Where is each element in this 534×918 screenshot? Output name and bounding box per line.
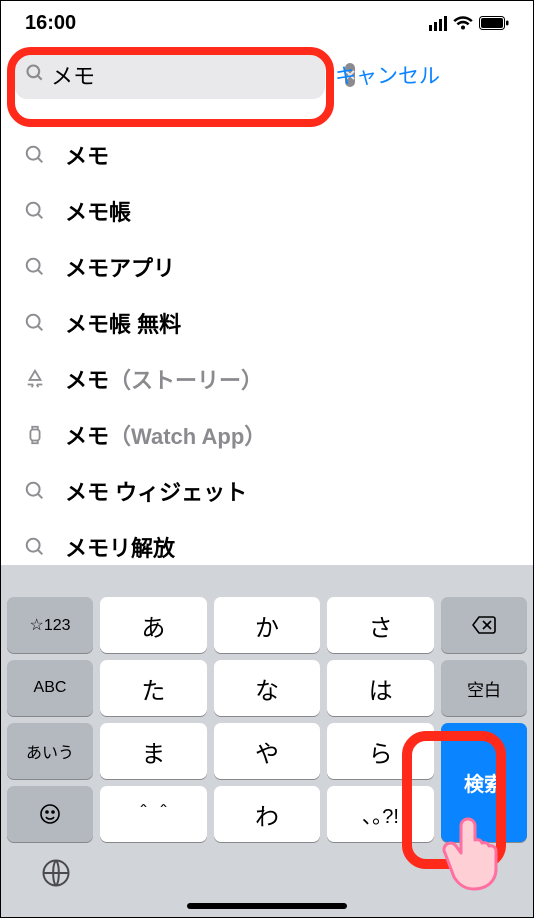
- device-frame: 16:00 キャンセル メモ: [0, 0, 534, 918]
- key-num[interactable]: ☆123: [7, 597, 93, 653]
- status-bar: 16:00: [1, 1, 533, 45]
- suggestion-text: メモ帳: [65, 195, 131, 227]
- suggestion-row[interactable]: メモ帳 無料: [1, 295, 533, 351]
- key-ta[interactable]: た: [100, 660, 207, 716]
- cancel-button[interactable]: キャンセル: [335, 60, 440, 90]
- app-store-icon: [23, 368, 47, 390]
- key-ha[interactable]: は: [327, 660, 434, 716]
- key-sym1[interactable]: ＾＾: [100, 786, 207, 842]
- suggestion-text: メモ ウィジェット: [65, 475, 247, 507]
- key-ra[interactable]: ら: [327, 723, 434, 779]
- search-icon: [23, 144, 47, 166]
- search-icon: [23, 200, 47, 222]
- suggestion-text: メモアプリ: [65, 251, 175, 283]
- suggestion-text: メモ: [65, 139, 109, 171]
- suggestion-text: メモ（Watch App）: [65, 419, 266, 451]
- key-ma[interactable]: ま: [100, 723, 207, 779]
- cellular-icon: [429, 16, 447, 31]
- search-icon: [25, 63, 45, 88]
- key-na[interactable]: な: [214, 660, 321, 716]
- search-bar: キャンセル: [1, 45, 533, 109]
- search-icon: [23, 312, 47, 334]
- suggestion-text: メモ帳 無料: [65, 307, 181, 339]
- key-abc[interactable]: ABC: [7, 660, 93, 716]
- suggestion-row[interactable]: メモ（ストーリー）: [1, 351, 533, 407]
- search-icon: [23, 536, 47, 558]
- key-ka[interactable]: か: [214, 597, 321, 653]
- search-icon: [23, 480, 47, 502]
- suggestion-row[interactable]: メモ: [1, 127, 533, 183]
- home-indicator: [187, 903, 347, 909]
- status-indicators: [429, 16, 509, 31]
- status-time: 16:00: [25, 12, 76, 35]
- wifi-icon: [453, 16, 473, 31]
- suggestion-list: メモ メモ帳 メモアプリ メモ帳 無料 メモ（ストーリー） メモ（Watch A…: [1, 109, 533, 575]
- suggestion-row[interactable]: メモアプリ: [1, 239, 533, 295]
- key-space[interactable]: 空白: [441, 660, 527, 716]
- suggestion-text: メモ（ストーリー）: [65, 363, 263, 395]
- suggestion-row[interactable]: メモ ウィジェット: [1, 463, 533, 519]
- candidate-bar: [1, 577, 533, 597]
- watch-icon: [23, 424, 47, 446]
- key-a[interactable]: あ: [100, 597, 207, 653]
- search-icon: [23, 256, 47, 278]
- key-emoji[interactable]: [7, 786, 93, 842]
- battery-icon: [479, 16, 509, 30]
- key-backspace[interactable]: [441, 597, 527, 653]
- suggestion-row[interactable]: メモ（Watch App）: [1, 407, 533, 463]
- key-kana[interactable]: あいう: [7, 723, 93, 779]
- search-input[interactable]: [51, 62, 339, 88]
- key-punct[interactable]: ､｡?!: [327, 786, 434, 842]
- key-wa[interactable]: わ: [214, 786, 321, 842]
- key-sa[interactable]: さ: [327, 597, 434, 653]
- key-ya[interactable]: や: [214, 723, 321, 779]
- pointer-hand-icon: [441, 801, 521, 896]
- suggestion-row[interactable]: メモ帳: [1, 183, 533, 239]
- globe-icon[interactable]: [41, 858, 71, 893]
- suggestion-text: メモリ解放: [65, 531, 175, 563]
- search-field[interactable]: [15, 51, 325, 99]
